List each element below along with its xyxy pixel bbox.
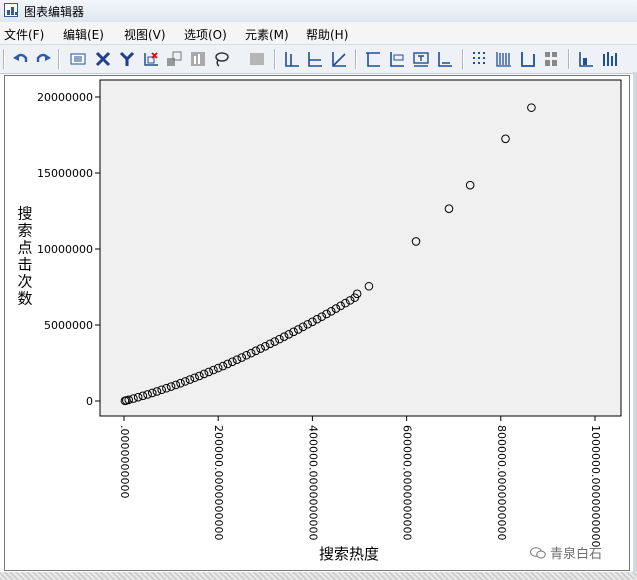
textbox-icon[interactable] <box>412 50 430 68</box>
chart-canvas[interactable]: 0 5000000 10000000 15000000 20000000 .000000… <box>4 75 630 571</box>
menu-view[interactable]: 视图(V) <box>124 26 166 43</box>
x-tick-label: 800000.0000000000 <box>495 425 508 540</box>
legend-icon[interactable] <box>542 50 560 68</box>
wechat-icon <box>530 547 546 559</box>
plot-area[interactable] <box>99 79 622 417</box>
menu-options[interactable]: 选项(O) <box>184 26 227 43</box>
annotation-icon[interactable] <box>388 50 406 68</box>
menu-file[interactable]: 文件(F) <box>4 26 44 43</box>
title-icon[interactable] <box>364 50 382 68</box>
properties-icon[interactable] <box>69 50 87 68</box>
window-title: 图表编辑器 <box>24 5 85 19</box>
y-tick-label: 0 <box>86 395 93 408</box>
gridlines-icon[interactable] <box>495 50 513 68</box>
grid-icon[interactable] <box>471 50 489 68</box>
menu-edit[interactable]: 编辑(E) <box>63 26 104 43</box>
disabled-icon[interactable] <box>248 50 266 68</box>
x-axis-label[interactable]: 搜索热度 <box>319 545 379 563</box>
x-tick-label: 200000.0000000000 <box>212 425 225 540</box>
watermark: 青泉白石 <box>530 543 602 562</box>
toolbar <box>0 44 637 74</box>
ref-line-y-icon[interactable] <box>283 50 301 68</box>
x-tick-label: 400000.0000000000 <box>306 425 319 540</box>
distribution-icon[interactable] <box>601 50 619 68</box>
axis-icon[interactable] <box>519 50 537 68</box>
menu-bar: 文件(F) 编辑(E) 视图(V) 选项(O) 元素(M) 帮助(H) <box>0 22 637 44</box>
rescale-icon[interactable] <box>165 50 183 68</box>
undo-icon[interactable] <box>12 50 30 68</box>
ref-line-x-icon[interactable] <box>306 50 324 68</box>
x-tick-label: .0000000000 <box>118 425 131 498</box>
window-right-frame <box>633 72 637 580</box>
y-axis-icon[interactable] <box>118 50 136 68</box>
x-tick-label: 1000000.0000000000 <box>589 425 602 547</box>
redo-icon[interactable] <box>34 50 52 68</box>
x-axis-ticks: .0000000000 200000.0000000000 400000.00000… <box>118 416 602 547</box>
x-tick-label: 600000.0000000000 <box>401 425 414 540</box>
y-tick-label: 20000000 <box>37 91 93 104</box>
menu-elements[interactable]: 元素(M) <box>245 26 289 43</box>
lasso-icon[interactable] <box>212 50 230 68</box>
y-tick-label: 15000000 <box>37 167 93 180</box>
ref-line-eq-icon[interactable] <box>330 50 348 68</box>
scatter-chart[interactable]: 0 5000000 10000000 15000000 20000000 .000000… <box>5 76 629 570</box>
chart-type-icon[interactable] <box>189 50 207 68</box>
align-icon[interactable] <box>577 50 595 68</box>
watermark-text: 青泉白石 <box>550 547 603 562</box>
scale-icon[interactable] <box>142 50 160 68</box>
bottom-edge <box>0 572 637 580</box>
footnote-icon[interactable] <box>436 50 454 68</box>
y-tick-label: 5000000 <box>44 319 93 332</box>
toolbar-grip <box>3 49 5 69</box>
x-axis-icon[interactable] <box>94 50 112 68</box>
title-bar: 图表编辑器 <box>0 0 637 23</box>
chart-editor-icon <box>4 3 18 17</box>
y-tick-label: 10000000 <box>37 243 93 256</box>
y-axis-label[interactable]: 搜索点击次数 <box>17 205 32 308</box>
y-axis-ticks: 0 5000000 10000000 15000000 20000000 <box>37 91 100 408</box>
menu-help[interactable]: 帮助(H) <box>306 26 348 43</box>
